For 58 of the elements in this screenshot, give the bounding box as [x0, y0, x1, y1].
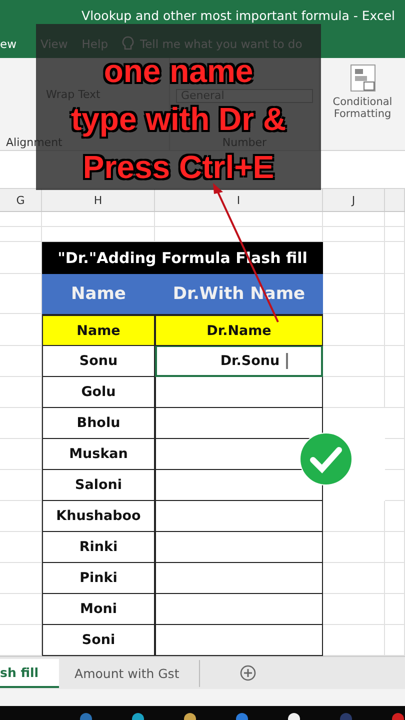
column-heading: Dr.Name [155, 314, 323, 346]
column-header[interactable]: J [323, 189, 385, 211]
grid-cell[interactable] [323, 594, 385, 625]
table-cell: Pinki [42, 563, 155, 594]
grid-cell[interactable] [323, 501, 385, 532]
caption-text: one name [104, 54, 254, 88]
grid-cell[interactable] [385, 377, 405, 408]
grid-cell[interactable] [323, 314, 385, 346]
table-cell: Muskan [42, 439, 155, 470]
table-cell: Bholu [42, 408, 155, 439]
active-cell[interactable]: Dr.Sonu [155, 346, 323, 377]
grid-cell[interactable] [385, 408, 405, 439]
grid-cell[interactable] [385, 470, 405, 501]
grid-cell[interactable] [42, 212, 155, 227]
grid-cell[interactable] [385, 227, 405, 242]
table-cell: Golu [42, 377, 155, 408]
taskbar-icon[interactable] [184, 713, 196, 720]
table-cell: Soni [42, 625, 155, 656]
grid-cell[interactable] [385, 346, 405, 377]
grid-cell[interactable] [323, 274, 385, 314]
grid-cell[interactable] [385, 274, 405, 314]
menu-tab[interactable]: ew [0, 37, 16, 51]
window-title: Vlookup and other most important formula - Excel [82, 8, 395, 22]
grid-cell[interactable] [323, 563, 385, 594]
grid-cell[interactable] [385, 439, 405, 470]
caption-text: type with Dr & [70, 102, 286, 136]
conditional-formatting-button[interactable]: Conditional Formatting [320, 96, 405, 120]
table-cell: Rinki [42, 532, 155, 563]
grid-cell[interactable] [0, 227, 42, 242]
table-cell: Saloni [42, 470, 155, 501]
grid-cell[interactable] [385, 532, 405, 563]
checkmark-icon [299, 432, 353, 486]
grid-cell[interactable] [323, 242, 385, 274]
conditional-formatting-icon [350, 64, 376, 92]
column-heading: Name [42, 314, 155, 346]
table-cell: Khushaboo [42, 501, 155, 532]
grid-cell[interactable] [385, 212, 405, 227]
table-cell: Sonu [42, 346, 155, 377]
grid-cell[interactable] [323, 532, 385, 563]
sheet-tab[interactable]: sh fill [0, 658, 59, 688]
grid-cell[interactable] [385, 314, 405, 346]
grid-cell[interactable] [155, 212, 323, 227]
grid-cell[interactable] [385, 242, 405, 274]
grid-cell[interactable] [385, 594, 405, 625]
grid-cell[interactable] [323, 346, 385, 377]
grid-cell[interactable] [323, 212, 385, 227]
grid-cell[interactable] [323, 227, 385, 242]
grid-cell[interactable] [385, 501, 405, 532]
grid-cell[interactable] [323, 377, 385, 408]
sheet-tab[interactable]: Amount with Gst [58, 660, 200, 686]
add-sheet-icon[interactable] [240, 665, 256, 681]
taskbar-icon[interactable] [132, 713, 144, 720]
table-cell: Moni [42, 594, 155, 625]
taskbar-icon[interactable] [288, 713, 300, 720]
grid-cell[interactable] [0, 212, 42, 227]
grid-cell[interactable] [385, 563, 405, 594]
table-header: Name [42, 274, 155, 314]
caption-text: Press Ctrl+E [82, 150, 274, 184]
